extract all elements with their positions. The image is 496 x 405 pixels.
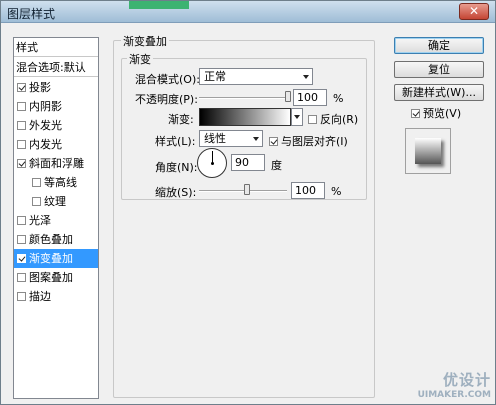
align-with-layer-label: 与图层对齐(I) [281,135,348,148]
align-with-layer-option[interactable]: 与图层对齐(I) [269,133,348,149]
style-label: 样式(L): [155,135,196,148]
satin-checkbox[interactable] [17,216,26,225]
style-preview-thumbnail [405,128,451,174]
texture-checkbox[interactable] [32,197,41,206]
title-bar[interactable]: 图层样式 ✕ [1,1,495,23]
style-item-inner-glow[interactable]: 内发光 [14,135,98,154]
angle-dial[interactable] [197,148,227,178]
gradient-picker-dropdown[interactable] [291,108,303,126]
gradient-style-select[interactable]: 线性 [199,130,263,147]
style-item-label: 描边 [29,290,51,303]
style-item-gradient-overlay[interactable]: 渐变叠加 [14,249,98,268]
reset-button[interactable]: 复位 [394,61,484,78]
gradient-preview[interactable] [199,108,291,126]
watermark: 优设计 UIMAKER.COM [418,369,491,400]
style-list-header[interactable]: 样式 [14,38,98,57]
blend-mode-value: 正常 [204,70,226,83]
opacity-unit: % [333,92,344,105]
style-item-label: 颜色叠加 [29,233,73,246]
style-item-label: 内发光 [29,138,62,151]
background-strip [129,1,189,9]
preview-swatch [415,138,441,164]
pattern-overlay-checkbox[interactable] [17,273,26,282]
style-item-drop-shadow[interactable]: 投影 [14,78,98,97]
style-item-pattern-overlay[interactable]: 图案叠加 [14,268,98,287]
blend-mode-select[interactable]: 正常 [199,68,313,85]
bevel-emboss-checkbox[interactable] [17,159,26,168]
opacity-input[interactable]: 100 [293,89,327,106]
style-item-color-overlay[interactable]: 颜色叠加 [14,230,98,249]
preview-label: 预览(V) [423,107,462,120]
preview-checkbox[interactable] [411,109,420,118]
style-item-label: 外发光 [29,119,62,132]
angle-center-dot [211,162,214,165]
close-button[interactable]: ✕ [459,3,489,20]
style-item-label: 等高线 [44,176,77,189]
contour-checkbox[interactable] [32,178,41,187]
new-style-button[interactable]: 新建样式(W)... [394,84,484,101]
angle-input[interactable]: 90 [231,154,265,171]
window-title: 图层样式 [7,7,56,21]
style-item-label: 光泽 [29,214,51,227]
watermark-logo: 优设计 [442,371,491,389]
outer-glow-checkbox[interactable] [17,121,26,130]
scale-slider-handle[interactable] [244,184,251,195]
opacity-label: 不透明度(P): [135,93,198,106]
scale-label: 缩放(S): [155,186,197,199]
gradient-label: 渐变: [168,113,194,126]
drop-shadow-checkbox[interactable] [17,83,26,92]
angle-unit: 度 [271,159,282,172]
blend-options-item[interactable]: 混合选项:默认 [14,58,98,77]
layer-style-dialog: 图层样式 ✕ 样式 混合选项:默认 投影 内阴影 外发光 内发光 斜面和浮雕 等… [0,0,496,405]
scale-input[interactable]: 100 [291,182,325,199]
gradient-overlay-panel: 渐变叠加 渐变 混合模式(O): 正常 不透明度(P): 100 % 渐变: 反… [113,33,376,399]
style-item-inner-shadow[interactable]: 内阴影 [14,97,98,116]
chevron-down-icon [303,75,309,79]
chevron-down-icon [294,115,300,119]
style-item-stroke[interactable]: 描边 [14,287,98,306]
inner-glow-checkbox[interactable] [17,140,26,149]
style-list: 样式 混合选项:默认 投影 内阴影 外发光 内发光 斜面和浮雕 等高线 纹理 光… [13,37,99,399]
reverse-option[interactable]: 反向(R) [308,111,358,127]
style-item-outer-glow[interactable]: 外发光 [14,116,98,135]
align-with-layer-checkbox[interactable] [269,137,278,146]
style-item-label: 投影 [29,81,51,94]
scale-slider-track[interactable] [199,190,287,192]
ok-button[interactable]: 确定 [394,37,484,54]
reverse-checkbox[interactable] [308,115,317,124]
opacity-slider-track[interactable] [199,97,291,99]
blend-mode-label: 混合模式(O): [135,73,200,86]
preview-option[interactable]: 预览(V) [411,105,461,121]
watermark-url: UIMAKER.COM [417,390,491,400]
color-overlay-checkbox[interactable] [17,235,26,244]
style-item-label: 渐变叠加 [29,252,73,265]
chevron-down-icon [253,137,259,141]
outer-group-title: 渐变叠加 [121,33,169,49]
close-icon: ✕ [468,4,480,18]
inner-group-title: 渐变 [127,51,153,67]
scale-unit: % [331,185,342,198]
gradient-style-value: 线性 [204,132,226,145]
angle-label: 角度(N): [155,161,198,174]
gradient-overlay-checkbox[interactable] [17,254,26,263]
style-item-texture[interactable]: 纹理 [14,192,98,211]
style-item-label: 内阴影 [29,100,62,113]
style-item-satin[interactable]: 光泽 [14,211,98,230]
style-item-label: 斜面和浮雕 [29,157,84,170]
style-item-label: 图案叠加 [29,271,73,284]
style-item-contour[interactable]: 等高线 [14,173,98,192]
opacity-slider-handle[interactable] [285,91,291,102]
stroke-checkbox[interactable] [17,292,26,301]
style-item-bevel-emboss[interactable]: 斜面和浮雕 [14,154,98,173]
style-item-label: 纹理 [44,195,66,208]
inner-shadow-checkbox[interactable] [17,102,26,111]
reverse-label: 反向(R) [320,113,359,126]
